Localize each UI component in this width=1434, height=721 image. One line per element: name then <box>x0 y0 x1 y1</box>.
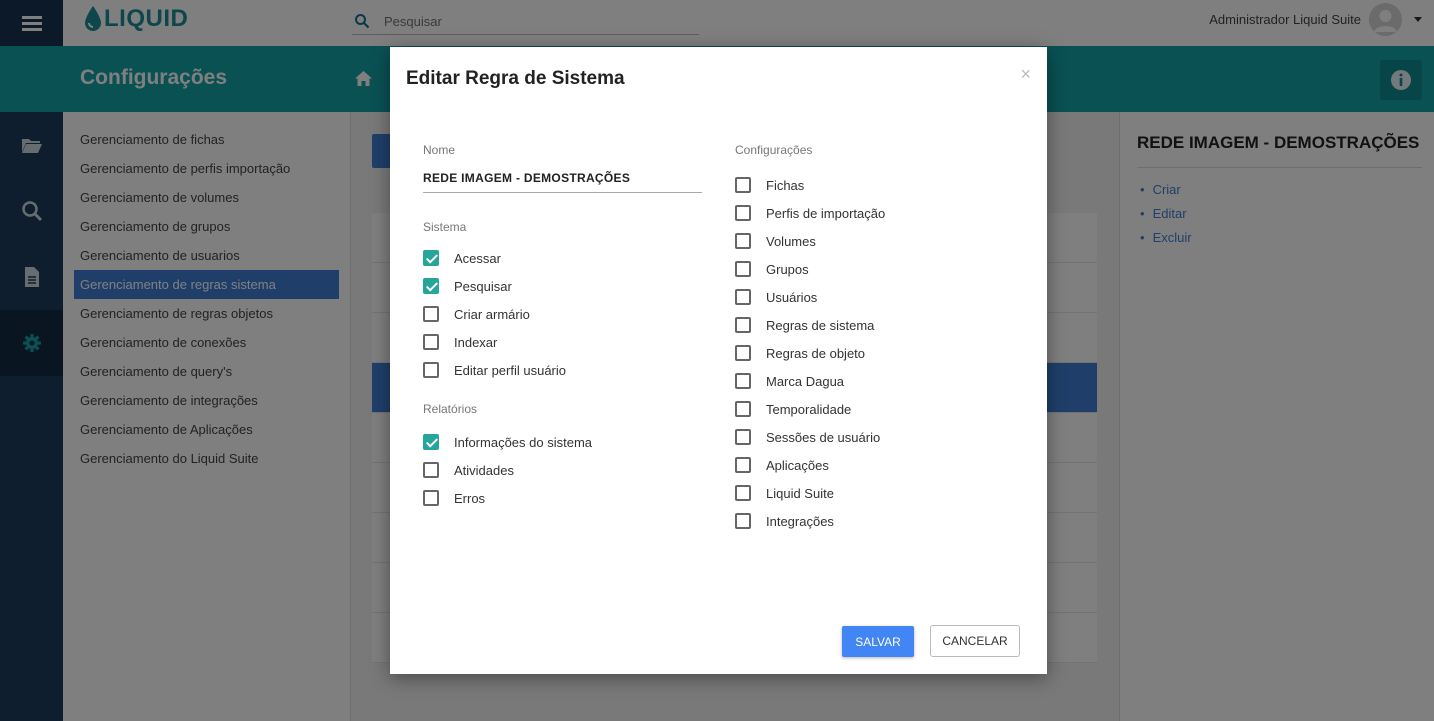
checkbox-perfis-importacao[interactable] <box>735 205 751 221</box>
checkbox-row[interactable]: Indexar <box>423 328 703 356</box>
right-column: Configurações Fichas Perfis de importaçã… <box>735 142 1015 535</box>
checkbox-informacoes-sistema[interactable] <box>423 434 439 450</box>
checkbox-row[interactable]: Editar perfil usuário <box>423 356 703 384</box>
checkbox-aplicacoes[interactable] <box>735 457 751 473</box>
checkbox-regras-objeto[interactable] <box>735 345 751 361</box>
checkbox-liquid-suite[interactable] <box>735 485 751 501</box>
checkbox-fichas[interactable] <box>735 177 751 193</box>
checkbox-row[interactable]: Pesquisar <box>423 272 703 300</box>
checkbox-atividades[interactable] <box>423 462 439 478</box>
checkbox-label: Perfis de importação <box>766 205 886 221</box>
checkbox-integracoes[interactable] <box>735 513 751 529</box>
checkbox-row[interactable]: Regras de sistema <box>735 311 1015 339</box>
checkbox-regras-sistema[interactable] <box>735 317 751 333</box>
checkbox-row[interactable]: Liquid Suite <box>735 479 1015 507</box>
cancel-button[interactable]: CANCELAR <box>930 625 1020 657</box>
checkbox-row[interactable]: Marca Dagua <box>735 367 1015 395</box>
checkbox-label: Fichas <box>766 177 805 193</box>
checkbox-label: Aplicações <box>766 457 829 473</box>
checkbox-sessoes-usuario[interactable] <box>735 429 751 445</box>
checkbox-marca-dagua[interactable] <box>735 373 751 389</box>
checkbox-volumes[interactable] <box>735 233 751 249</box>
checkbox-label: Usuários <box>766 289 818 305</box>
left-column: Nome REDE IMAGEM - DEMOSTRAÇÕES Sistema … <box>423 142 703 512</box>
checkbox-label: Regras de sistema <box>766 317 875 333</box>
checkbox-row[interactable]: Informações do sistema <box>423 428 703 456</box>
checkbox-indexar[interactable] <box>423 334 439 350</box>
checkbox-row[interactable]: Atividades <box>423 456 703 484</box>
checkbox-label: Volumes <box>766 233 816 249</box>
configuracoes-group: Fichas Perfis de importação Volumes Grup… <box>735 171 1015 535</box>
sistema-group: Acessar Pesquisar Criar armário Indexar … <box>423 244 703 384</box>
checkbox-pesquisar[interactable] <box>423 278 439 294</box>
checkbox-label: Criar armário <box>454 306 530 322</box>
checkbox-row[interactable]: Usuários <box>735 283 1015 311</box>
checkbox-row[interactable]: Temporalidade <box>735 395 1015 423</box>
checkbox-usuarios[interactable] <box>735 289 751 305</box>
checkbox-label: Grupos <box>766 261 809 277</box>
name-label: Nome <box>423 143 456 157</box>
checkbox-temporalidade[interactable] <box>735 401 751 417</box>
checkbox-row[interactable]: Perfis de importação <box>735 199 1015 227</box>
checkbox-label: Informações do sistema <box>454 434 593 450</box>
checkbox-label: Integrações <box>766 513 834 529</box>
checkbox-label: Liquid Suite <box>766 485 834 501</box>
checkbox-label: Regras de objeto <box>766 345 866 361</box>
sistema-label: Sistema <box>423 220 467 234</box>
dialog-title: Editar Regra de Sistema <box>406 68 625 89</box>
checkbox-label: Editar perfil usuário <box>454 362 566 378</box>
relatorios-label: Relatórios <box>423 402 478 416</box>
checkbox-editar-perfil-usuario[interactable] <box>423 362 439 378</box>
checkbox-label: Sessões de usuário <box>766 429 881 445</box>
checkbox-label: Pesquisar <box>454 278 512 294</box>
checkbox-label: Indexar <box>454 334 498 350</box>
name-field[interactable]: REDE IMAGEM - DEMOSTRAÇÕES <box>423 170 702 193</box>
relatorios-group: Informações do sistema Atividades Erros <box>423 428 703 512</box>
checkbox-criar-armario[interactable] <box>423 306 439 322</box>
checkbox-row[interactable]: Sessões de usuário <box>735 423 1015 451</box>
checkbox-row[interactable]: Erros <box>423 484 703 512</box>
checkbox-row[interactable]: Acessar <box>423 244 703 272</box>
checkbox-row[interactable]: Volumes <box>735 227 1015 255</box>
checkbox-label: Acessar <box>454 250 501 266</box>
checkbox-row[interactable]: Regras de objeto <box>735 339 1015 367</box>
close-icon[interactable]: × <box>1020 64 1031 85</box>
checkbox-label: Marca Dagua <box>766 373 845 389</box>
save-button[interactable]: SALVAR <box>842 626 914 657</box>
checkbox-label: Erros <box>454 490 486 506</box>
checkbox-row[interactable]: Integrações <box>735 507 1015 535</box>
checkbox-label: Temporalidade <box>766 401 852 417</box>
configuracoes-label: Configurações <box>735 143 813 157</box>
checkbox-grupos[interactable] <box>735 261 751 277</box>
checkbox-erros[interactable] <box>423 490 439 506</box>
checkbox-row[interactable]: Criar armário <box>423 300 703 328</box>
checkbox-row[interactable]: Grupos <box>735 255 1015 283</box>
checkbox-row[interactable]: Fichas <box>735 171 1015 199</box>
edit-rule-dialog: Editar Regra de Sistema × Nome REDE IMAG… <box>390 47 1047 674</box>
checkbox-acessar[interactable] <box>423 250 439 266</box>
checkbox-row[interactable]: Aplicações <box>735 451 1015 479</box>
checkbox-label: Atividades <box>454 462 514 478</box>
